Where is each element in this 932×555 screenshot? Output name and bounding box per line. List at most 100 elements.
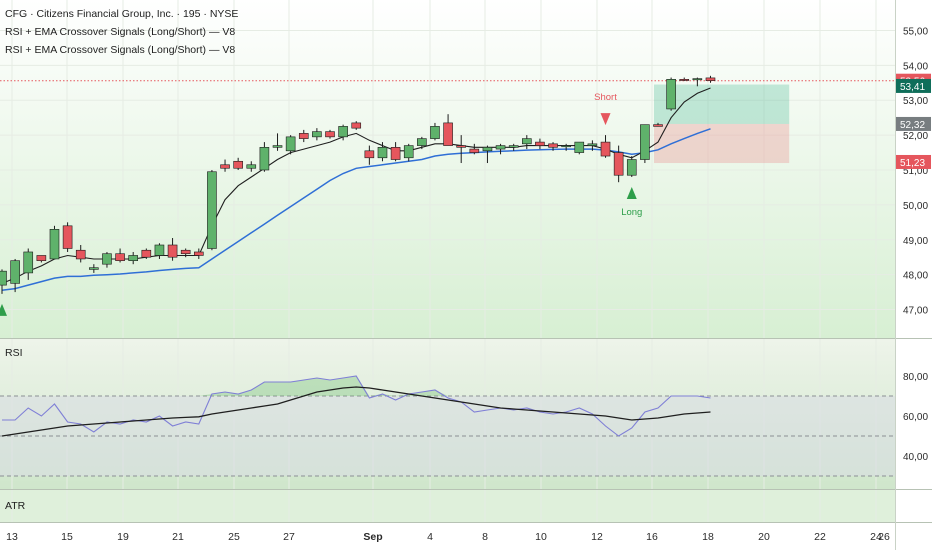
stop-zone — [654, 123, 790, 164]
candle — [49, 225, 60, 260]
candle-body — [469, 148, 480, 153]
candle-body — [285, 136, 296, 152]
candle-body — [49, 229, 60, 260]
candle-body — [325, 131, 335, 138]
candle-body — [390, 147, 401, 160]
candle-body — [312, 131, 322, 138]
x-tick-label: 10 — [535, 531, 547, 543]
candle-body — [259, 147, 270, 171]
x-tick-label: 22 — [814, 531, 826, 543]
short-signal-label: Short — [594, 92, 617, 103]
symbol-title: CFG · Citizens Financial Group, Inc. · 1… — [5, 8, 239, 20]
candle-body — [233, 160, 243, 169]
candle-body — [298, 133, 309, 139]
atr-pane-bg — [0, 490, 895, 522]
rsi-y-tick-label: 60,00 — [903, 412, 928, 423]
indicator-legend-1[interactable]: RSI + EMA Crossover Signals (Long/Short)… — [5, 26, 235, 38]
x-tick-label: 19 — [117, 531, 129, 543]
candle-body — [154, 244, 165, 256]
rsi-pane-label[interactable]: RSI — [5, 347, 23, 359]
candle-body — [141, 249, 152, 258]
stop-level-tag: 52,32 — [900, 120, 925, 131]
candle-body — [62, 225, 73, 249]
x-tick-label: 4 — [427, 531, 433, 543]
candle-body — [443, 122, 453, 146]
chart-canvas[interactable]: Short Long 13 15 19 21 25 27 Sep 4 8 10 12 16 18 20 22 2… — [0, 0, 932, 550]
long-signal-label: Long — [621, 207, 642, 218]
x-tick-label: 25 — [228, 531, 240, 543]
candle-body — [338, 126, 348, 138]
candle-body — [653, 124, 663, 127]
candle-body — [207, 171, 217, 249]
candle — [666, 77, 676, 111]
candle-body — [23, 251, 34, 274]
x-tick-label: 18 — [702, 531, 714, 543]
candle — [141, 248, 152, 259]
y-tick-label: 54,00 — [903, 61, 928, 72]
candle-body — [626, 159, 637, 176]
candle-body — [102, 253, 112, 265]
target-level-tag: 51,23 — [900, 158, 925, 169]
candle-body — [587, 143, 598, 146]
x-tick-label: 20 — [758, 531, 770, 543]
y-tick-label: 55,00 — [903, 26, 928, 37]
candle-body — [521, 138, 532, 145]
candle-body — [679, 79, 690, 81]
candle-body — [220, 164, 230, 169]
ema-fast-tag: 53,41 — [900, 82, 925, 93]
candle-body — [115, 253, 125, 261]
candle-body — [364, 150, 375, 159]
rsi-y-tick-label: 80,00 — [903, 372, 928, 383]
candle-body — [535, 141, 545, 146]
candle-body — [10, 260, 20, 284]
x-tick-label: Sep — [363, 531, 382, 543]
candle-body — [430, 126, 440, 139]
x-tick-label: 15 — [61, 531, 73, 543]
candle-body — [167, 244, 178, 258]
candle-body — [666, 79, 676, 110]
candle-body — [351, 122, 362, 129]
y-tick-label: 50,00 — [903, 201, 928, 212]
candle-body — [180, 249, 191, 255]
candle-body — [128, 255, 138, 261]
candle-body — [377, 147, 388, 159]
x-tick-label: 21 — [172, 531, 184, 543]
y-tick-label: 47,00 — [903, 306, 928, 317]
x-tick-label: 27 — [283, 531, 295, 543]
candle-body — [482, 147, 493, 152]
candle-body — [574, 141, 585, 153]
x-tick-label: 26 — [878, 531, 890, 543]
y-tick-label: 49,00 — [903, 236, 928, 247]
x-tick-label: 16 — [646, 531, 658, 543]
indicator-legend-2[interactable]: RSI + EMA Crossover Signals (Long/Short)… — [5, 44, 235, 56]
candle-body — [508, 145, 519, 148]
candle-body — [495, 145, 506, 150]
candle-body — [417, 138, 427, 146]
chart-root: Short Long 13 15 19 21 25 27 Sep 4 8 10 12 16 18 20 22 2… — [0, 0, 932, 550]
atr-pane-label[interactable]: ATR — [5, 500, 25, 512]
candle-body — [456, 145, 467, 148]
candle-body — [246, 164, 257, 169]
candle-body — [548, 143, 558, 148]
candle-body — [75, 249, 86, 260]
x-tick-label: 8 — [482, 531, 488, 543]
x-tick-label: 13 — [6, 531, 18, 543]
candle-body — [272, 145, 283, 148]
candle-body — [194, 251, 204, 256]
y-tick-label: 52,00 — [903, 131, 928, 142]
candle — [574, 141, 585, 155]
x-tick-label: 12 — [591, 531, 603, 543]
candle-body — [403, 145, 414, 159]
candle — [62, 222, 73, 252]
rsi-y-tick-label: 40,00 — [903, 452, 928, 463]
candle-body — [613, 152, 624, 176]
candle-body — [692, 78, 703, 81]
candle-body — [600, 141, 611, 157]
candle-body — [640, 124, 650, 160]
candle-body — [36, 255, 47, 261]
candle-body — [705, 77, 716, 81]
candle — [207, 170, 217, 251]
candle — [640, 124, 650, 164]
y-tick-label: 48,00 — [903, 271, 928, 282]
y-tick-label: 53,00 — [903, 96, 928, 107]
